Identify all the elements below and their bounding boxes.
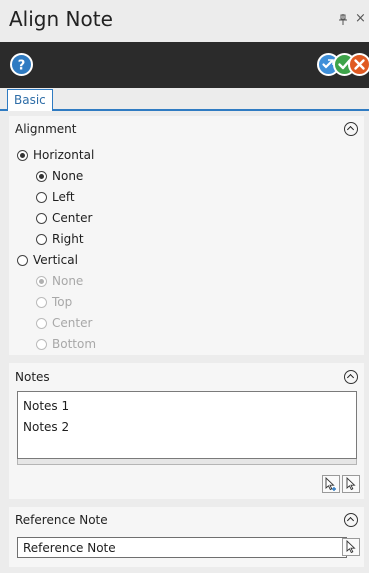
radio-label: Top	[52, 295, 73, 309]
radio-label: None	[52, 274, 84, 288]
dialog-toolbar: ?	[0, 42, 369, 88]
collapse-reference-note-icon[interactable]	[344, 513, 358, 527]
collapse-notes-icon[interactable]	[344, 370, 358, 384]
radio-label: Center	[52, 211, 93, 225]
radio-label: Vertical	[33, 253, 78, 267]
radio-label: Left	[52, 190, 75, 204]
radio-vertical-bottom: Bottom	[36, 337, 96, 351]
select-note-button[interactable]	[342, 475, 360, 493]
radio-label: Center	[52, 316, 93, 330]
radio-label: Horizontal	[33, 148, 95, 162]
cursor-icon	[346, 540, 356, 554]
radio-horizontal-center[interactable]: Center	[36, 211, 92, 225]
radio-horizontal[interactable]: Horizontal	[17, 148, 94, 162]
radio-label: Right	[52, 232, 84, 246]
cursor-plus-icon	[325, 477, 336, 491]
radio-dot	[36, 233, 47, 245]
radio-label: Bottom	[52, 337, 97, 351]
notes-panel: Notes Notes 1 Notes 2	[9, 363, 364, 499]
radio-dot	[36, 338, 47, 350]
alignment-title: Alignment	[15, 122, 77, 136]
select-reference-note-button[interactable]	[342, 538, 360, 556]
cancel-x-icon[interactable]	[348, 53, 369, 76]
radio-horizontal-left[interactable]: Left	[36, 190, 75, 204]
radio-dot	[36, 212, 47, 224]
radio-dot	[17, 254, 28, 266]
horizontal-scrollbar[interactable]	[17, 459, 357, 465]
reference-note-panel: Reference Note Reference Note	[9, 507, 364, 567]
radio-dot	[17, 149, 28, 161]
collapse-alignment-icon[interactable]	[344, 122, 358, 136]
radio-vertical-center: Center	[36, 316, 92, 330]
window-title: Align Note	[9, 7, 113, 31]
reference-note-field[interactable]: Reference Note	[17, 537, 347, 558]
radio-horizontal-none[interactable]: None	[36, 169, 83, 183]
radio-dot	[36, 170, 47, 182]
radio-vertical-top: Top	[36, 295, 72, 309]
svg-text:?: ?	[18, 59, 26, 74]
radio-horizontal-right[interactable]: Right	[36, 232, 84, 246]
radio-dot	[36, 296, 47, 308]
title-bar: Align Note ×	[0, 0, 369, 42]
notes-list[interactable]: Notes 1 Notes 2	[17, 391, 357, 459]
reference-note-title: Reference Note	[15, 513, 108, 527]
radio-dot	[36, 275, 47, 287]
radio-vertical[interactable]: Vertical	[17, 253, 78, 267]
radio-dot	[36, 317, 47, 329]
cursor-icon	[346, 477, 356, 491]
notes-title: Notes	[15, 370, 50, 384]
radio-dot	[36, 191, 47, 203]
add-note-select-button[interactable]	[322, 475, 340, 493]
tab-bar: Basic	[0, 88, 369, 111]
list-item[interactable]: Notes 1	[23, 399, 69, 413]
tab-basic[interactable]: Basic	[7, 89, 53, 111]
list-item[interactable]: Notes 2	[23, 420, 69, 434]
close-icon[interactable]: ×	[355, 12, 366, 26]
radio-vertical-none: None	[36, 274, 83, 288]
help-icon[interactable]: ?	[10, 53, 33, 76]
radio-label: None	[52, 169, 84, 183]
pin-icon[interactable]	[338, 14, 348, 26]
alignment-panel: Alignment Horizontal None Left Center Ri…	[9, 116, 364, 355]
